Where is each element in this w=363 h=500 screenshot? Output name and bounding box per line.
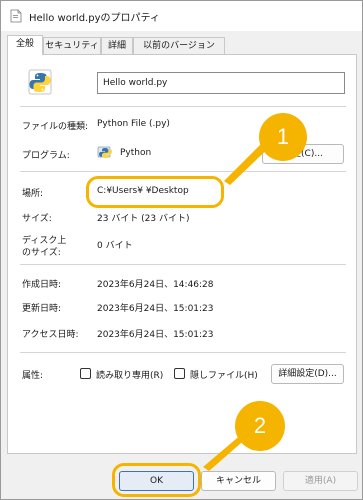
location-highlight	[86, 176, 224, 208]
properties-dialog: Hello world.pyのプロパティ 全般 セキュリティ 詳細 以前のバージ…	[0, 0, 363, 500]
hidden-checkbox[interactable]	[174, 368, 185, 379]
created-label: 作成日時:	[22, 280, 62, 290]
callout-1: 1	[259, 113, 307, 161]
size-label: サイズ:	[22, 214, 52, 224]
advanced-settings-button[interactable]: 詳細設定(D)...	[271, 364, 344, 384]
attributes-label: 属性:	[22, 371, 44, 381]
hidden-label: 隠しファイル(H)	[190, 371, 258, 381]
divider	[20, 106, 346, 107]
file-icon	[10, 9, 22, 23]
modified-label: 更新日時:	[22, 304, 62, 314]
tab-strip: 全般 セキュリティ 詳細 以前のバージョン	[7, 35, 357, 55]
tab-general[interactable]: 全般	[7, 35, 43, 55]
divider	[20, 171, 346, 172]
tab-security[interactable]: セキュリティ	[43, 37, 101, 54]
file-name-input[interactable]: Hello world.py	[97, 72, 345, 94]
callout-2: 2	[235, 401, 285, 451]
tab-details[interactable]: 詳細	[101, 37, 133, 54]
readonly-label: 読み取り専用(R)	[96, 371, 164, 381]
ok-highlight	[112, 463, 201, 497]
title-bar: Hello world.pyのプロパティ	[1, 1, 362, 31]
disk-size-label-line2: のサイズ:	[22, 248, 61, 258]
apply-button[interactable]: 適用(A)	[283, 471, 358, 491]
modified-value: 2023年6月24日、15:01:23	[97, 304, 214, 314]
divider	[20, 352, 346, 353]
created-value: 2023年6月24日、14:46:28	[97, 280, 214, 290]
python-app-icon	[97, 146, 112, 158]
program-value: Python	[120, 148, 152, 158]
accessed-label: アクセス日時:	[22, 330, 79, 340]
file-type-label: ファイルの種類:	[22, 122, 89, 132]
file-type-value: Python File (.py)	[97, 119, 170, 129]
program-label: プログラム:	[22, 151, 70, 161]
disk-size-value: 0 バイト	[97, 241, 133, 251]
cancel-button[interactable]: キャンセル	[201, 471, 276, 491]
tab-previous-versions[interactable]: 以前のバージョン	[133, 37, 225, 54]
readonly-checkbox[interactable]	[80, 368, 91, 379]
location-label: 場所:	[22, 189, 44, 199]
python-file-icon	[28, 69, 52, 95]
size-value: 23 バイト (23 バイト)	[97, 214, 190, 224]
general-panel: Hello world.py ファイルの種類: Python File (.py…	[7, 54, 357, 454]
window-title: Hello world.pyのプロパティ	[29, 13, 160, 24]
accessed-value: 2023年6月24日、15:01:23	[97, 330, 214, 340]
divider	[20, 264, 346, 265]
